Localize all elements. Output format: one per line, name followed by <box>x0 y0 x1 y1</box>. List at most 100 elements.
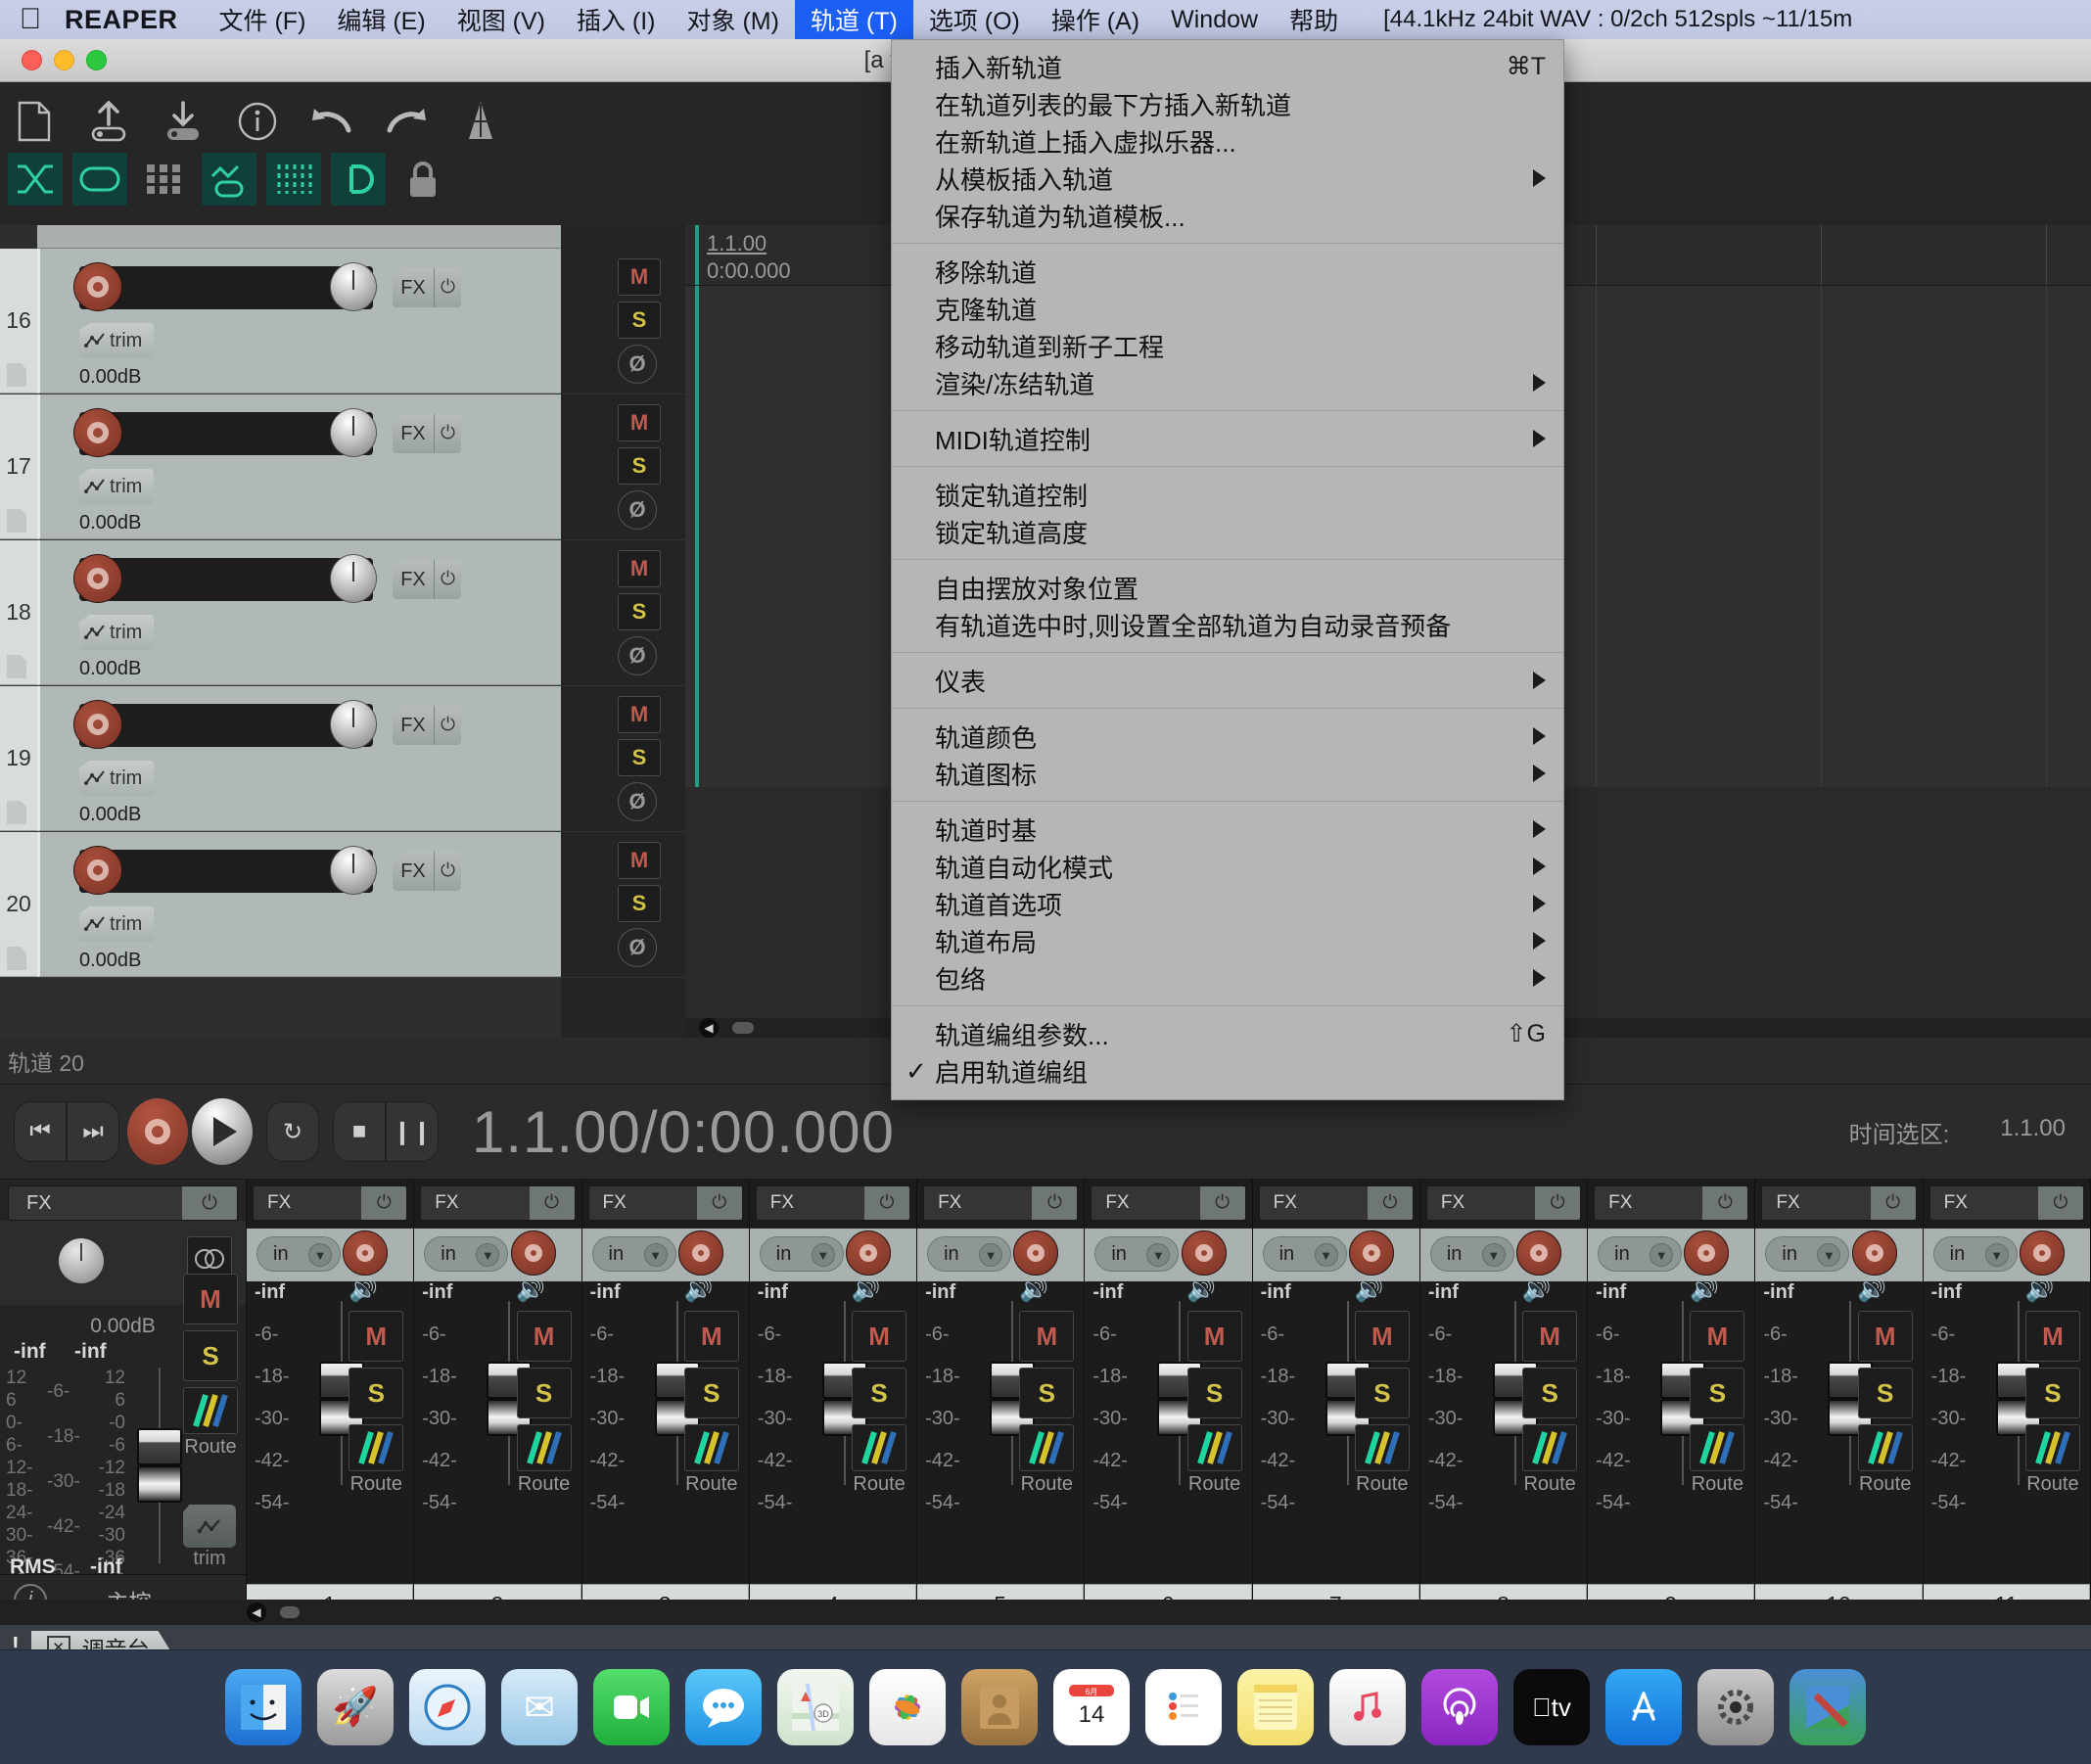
strip-record-arm-icon[interactable] <box>1013 1230 1058 1276</box>
strip-solo-button[interactable]: S <box>852 1368 906 1418</box>
mixer-strip[interactable]: FX ⏻ in ▼ -inf -6- -18 <box>1085 1180 1252 1625</box>
power-icon[interactable]: ⏻ <box>1200 1186 1245 1220</box>
chevron-down-icon[interactable]: ▼ <box>1482 1243 1506 1267</box>
track-volume-value[interactable]: 0.00dB <box>79 804 141 826</box>
strip-solo-button[interactable]: S <box>1019 1368 1074 1418</box>
power-icon[interactable]: ⏻ <box>1702 1186 1747 1220</box>
mixer-strip[interactable]: FX ⏻ in ▼ -inf -6- -18 <box>414 1180 581 1625</box>
master-fader-handle[interactable] <box>137 1465 182 1503</box>
dock-item-calendar[interactable]: 6月14 <box>1053 1669 1130 1745</box>
strip-solo-button[interactable]: S <box>348 1368 403 1418</box>
power-icon[interactable]: ⏻ <box>434 268 461 307</box>
volume-knob[interactable] <box>330 846 377 895</box>
power-icon[interactable]: ⏻ <box>434 852 461 891</box>
track-envelope-button[interactable]: trim <box>79 906 154 942</box>
strip-mute-button[interactable]: M <box>2025 1311 2080 1362</box>
route-icon[interactable] <box>348 1424 403 1471</box>
menu-item-track-automation-mode[interactable]: 轨道自动化模式 <box>892 848 1563 885</box>
grouping-icon[interactable] <box>266 153 321 206</box>
track-number[interactable]: 20 <box>0 832 37 977</box>
track-volume-slider[interactable] <box>79 266 373 309</box>
menubar-item-help[interactable]: 帮助 <box>1274 0 1354 41</box>
redo-icon[interactable] <box>380 96 433 147</box>
strip-input-button[interactable]: in ▼ <box>927 1236 1011 1272</box>
strip-mute-button[interactable]: M <box>1355 1311 1410 1362</box>
dock-item-apple-tv[interactable]: tv <box>1513 1669 1590 1745</box>
strip-fx-button[interactable]: FX ⏻ <box>253 1185 407 1221</box>
volume-knob[interactable] <box>330 408 377 457</box>
record-arm-icon[interactable] <box>73 408 122 457</box>
metronome-icon[interactable] <box>454 96 507 147</box>
loop-icon[interactable] <box>331 153 386 206</box>
track-number[interactable]: 18 <box>0 540 37 685</box>
track-volume-slider[interactable] <box>79 412 373 455</box>
scroll-left-icon[interactable]: ◀ <box>247 1602 266 1622</box>
strip-mute-button[interactable]: M <box>517 1311 572 1362</box>
play-icon[interactable] <box>192 1098 253 1165</box>
menubar-item-file[interactable]: 文件 (F) <box>204 0 322 41</box>
strip-solo-button[interactable]: S <box>1858 1368 1913 1418</box>
master-fader[interactable] <box>137 1368 182 1563</box>
track-fx-button[interactable]: FX ⏻ <box>393 414 461 453</box>
strip-solo-button[interactable]: S <box>1690 1368 1744 1418</box>
crossfade-icon[interactable] <box>8 153 63 206</box>
strip-mute-button[interactable]: M <box>1858 1311 1913 1362</box>
route-icon[interactable] <box>1187 1424 1242 1471</box>
strip-input-button[interactable]: in ▼ <box>592 1236 676 1272</box>
dock-item-safari[interactable] <box>409 1669 486 1745</box>
strip-solo-button[interactable]: S <box>684 1368 739 1418</box>
menu-item-envelopes[interactable]: 包络 <box>892 959 1563 997</box>
chevron-down-icon[interactable]: ▼ <box>812 1243 835 1267</box>
scroll-left-icon[interactable]: ◀ <box>699 1018 719 1038</box>
pause-icon[interactable]: ❙❙ <box>386 1101 439 1162</box>
mixer-strip[interactable]: FX ⏻ in ▼ -inf -6- -18 <box>1420 1180 1588 1625</box>
power-icon[interactable]: ⏻ <box>434 414 461 453</box>
track-envelope-button[interactable]: trim <box>79 761 154 796</box>
go-to-end-icon[interactable]: ⏭ <box>67 1101 119 1162</box>
record-arm-icon[interactable] <box>73 554 122 603</box>
track-envelope-button[interactable]: trim <box>79 469 154 504</box>
menu-item-track-layout[interactable]: 轨道布局 <box>892 922 1563 959</box>
chevron-down-icon[interactable]: ▼ <box>308 1243 332 1267</box>
strip-input-button[interactable]: in ▼ <box>1263 1236 1347 1272</box>
track-phase-button[interactable]: Ø <box>618 345 657 384</box>
mixer-strip[interactable]: FX ⏻ in ▼ -inf -6- -18 <box>750 1180 917 1625</box>
menu-item-auto-arm-all-tracks[interactable]: 有轨道选中时,则设置全部轨道为自动录音预备 <box>892 606 1563 643</box>
strip-input-button[interactable]: in ▼ <box>1598 1236 1682 1272</box>
power-icon[interactable]: ⏻ <box>530 1186 575 1220</box>
mixer-strip[interactable]: FX ⏻ in ▼ -inf -6- -18 <box>1253 1180 1420 1625</box>
strip-input-button[interactable]: in ▼ <box>760 1236 844 1272</box>
dock-item-finder[interactable] <box>225 1669 302 1745</box>
track-number[interactable]: 17 <box>0 395 37 539</box>
power-icon[interactable]: ⏻ <box>434 706 461 745</box>
speaker-icon[interactable]: 🔊 <box>348 1276 378 1304</box>
volume-knob[interactable] <box>330 554 377 603</box>
dock-item-contacts[interactable] <box>961 1669 1038 1745</box>
new-project-icon[interactable] <box>8 96 61 147</box>
master-mute-button[interactable]: M <box>183 1274 238 1324</box>
route-icon[interactable] <box>517 1424 572 1471</box>
power-icon[interactable]: ⏻ <box>182 1186 237 1220</box>
strip-mute-button[interactable]: M <box>1690 1311 1744 1362</box>
speaker-icon[interactable]: 🔊 <box>2025 1276 2055 1304</box>
track-envelope-button[interactable]: trim <box>79 615 154 650</box>
master-fx-button[interactable]: FX ⏻ <box>8 1185 238 1221</box>
power-icon[interactable]: ⏻ <box>1368 1186 1413 1220</box>
chevron-down-icon[interactable]: ▼ <box>979 1243 1002 1267</box>
power-icon[interactable]: ⏻ <box>434 560 461 599</box>
track-number[interactable]: 16 <box>0 249 37 394</box>
speaker-icon[interactable]: 🔊 <box>1186 1276 1216 1304</box>
route-icon[interactable] <box>1019 1424 1074 1471</box>
track-mute-button[interactable]: M <box>618 258 661 296</box>
chevron-down-icon[interactable]: ▼ <box>1315 1243 1338 1267</box>
dock-item-notes[interactable] <box>1237 1669 1314 1745</box>
power-icon[interactable]: ⏻ <box>1535 1186 1580 1220</box>
power-icon[interactable]: ⏻ <box>864 1186 909 1220</box>
strip-input-button[interactable]: in ▼ <box>256 1236 341 1272</box>
undo-icon[interactable] <box>305 96 358 147</box>
menubar-item-window[interactable]: Window <box>1155 2 1274 38</box>
menu-item-duplicate-track[interactable]: 克隆轨道 <box>892 290 1563 327</box>
speaker-icon[interactable]: 🔊 <box>1522 1276 1552 1304</box>
strip-record-arm-icon[interactable] <box>678 1230 723 1276</box>
strip-record-arm-icon[interactable] <box>846 1230 891 1276</box>
